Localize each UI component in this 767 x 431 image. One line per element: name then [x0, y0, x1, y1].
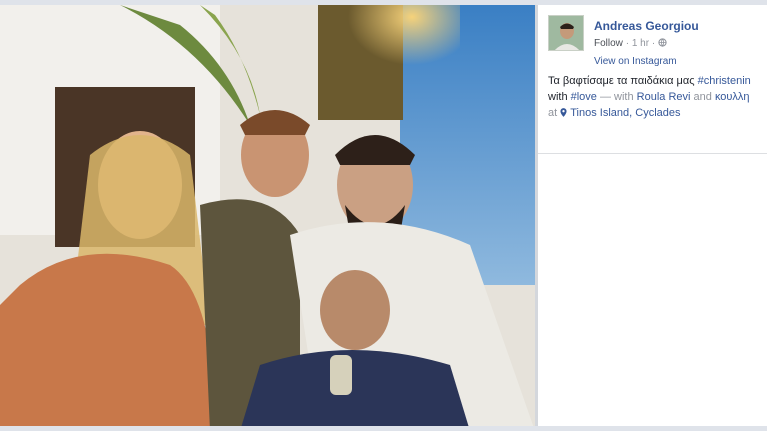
meta-separator: ·	[625, 38, 630, 49]
map-pin-icon	[560, 108, 567, 117]
tagged-person-link[interactable]: Roula Revi	[637, 91, 691, 103]
photo-image	[0, 5, 535, 431]
panel-separator	[538, 153, 767, 154]
follow-link[interactable]: Follow	[594, 38, 623, 49]
avatar[interactable]	[548, 15, 584, 51]
hashtag-link[interactable]: #christenin	[698, 75, 751, 87]
caption-line-2: with #love — with Roula Revi and κουλλη	[548, 89, 767, 105]
post-caption: Τα βαφτίσαμε τα παιδάκια μας #christenin…	[548, 73, 767, 121]
location-link[interactable]: Tinos Island, Cyclades	[570, 107, 680, 119]
post-header: Andreas Georgiou Follow · 1 hr · View on…	[548, 15, 767, 67]
post-info-panel: Andreas Georgiou Follow · 1 hr · View on…	[538, 5, 767, 431]
bottom-strip	[0, 426, 767, 431]
tagged-person-link[interactable]: κουλλη	[715, 91, 750, 103]
author-name[interactable]: Andreas Georgiou	[594, 19, 699, 33]
globe-icon	[658, 38, 667, 47]
caption-text: — with	[596, 91, 637, 103]
avatar-image	[549, 16, 583, 50]
caption-text: at	[548, 107, 561, 119]
caption-line-1: Τα βαφτίσαμε τα παιδάκια μας #christenin	[548, 73, 767, 89]
caption-text: and	[690, 91, 715, 103]
hashtag-link[interactable]: #love	[571, 91, 597, 103]
post-photo[interactable]	[0, 5, 535, 431]
caption-text: Τα βαφτίσαμε τα παιδάκια μας	[548, 75, 698, 87]
post-meta: Follow · 1 hr ·	[594, 38, 667, 49]
meta-separator: ·	[651, 38, 656, 49]
view-on-instagram-link[interactable]: View on Instagram	[594, 56, 677, 67]
post-time[interactable]: 1 hr	[632, 38, 649, 49]
caption-text: with	[548, 91, 571, 103]
caption-line-3: at Tinos Island, Cyclades	[548, 105, 767, 121]
